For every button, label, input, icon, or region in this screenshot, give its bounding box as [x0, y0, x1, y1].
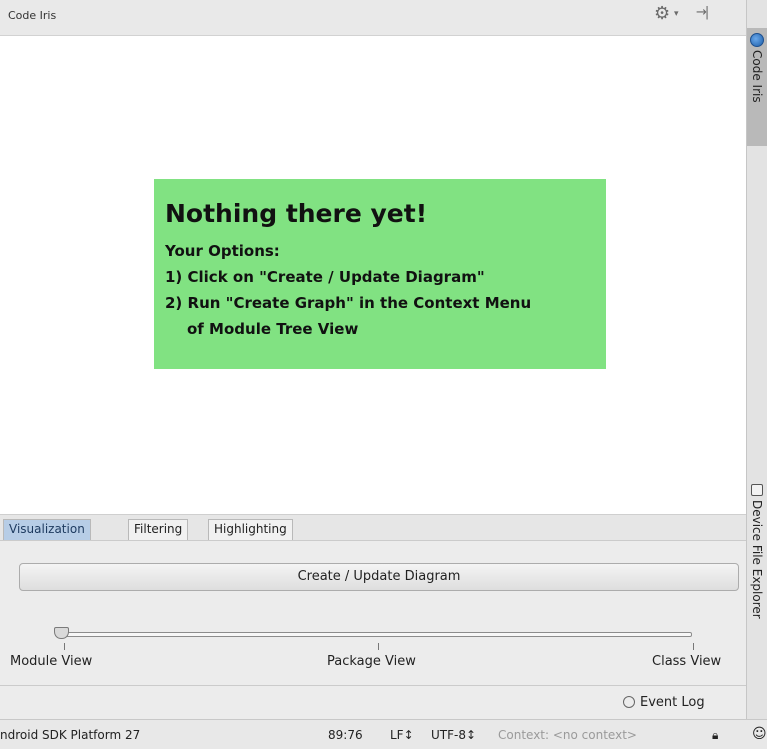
tab-filtering[interactable]: Filtering — [128, 519, 189, 540]
stripe-label-device-file-explorer[interactable]: Device File Explorer — [750, 500, 764, 619]
lock-icon[interactable]: 🔒︎ — [712, 728, 718, 743]
visualization-panel: Create / Update Diagram Module View Pack… — [0, 540, 746, 685]
option-1-text: 1) Click on "Create / Update Diagram" — [165, 268, 485, 286]
event-log-icon[interactable] — [623, 696, 635, 708]
stripe-label-code-iris[interactable]: Code Iris — [750, 50, 764, 103]
event-log-bar: Event Log — [0, 685, 746, 719]
empty-state-message: Nothing there yet! Your Options: 1) Clic… — [154, 179, 606, 369]
chevron-down-icon[interactable]: ▾ — [674, 9, 679, 19]
device-file-explorer-icon — [751, 484, 763, 496]
options-label: Your Options: — [165, 242, 280, 260]
option-2-text: 2) Run "Create Graph" in the Context Men… — [165, 294, 532, 312]
status-encoding[interactable]: UTF-8↕ — [431, 728, 476, 742]
tab-visualization[interactable]: Visualization — [3, 519, 91, 540]
tab-strip: Visualization Filtering Highlighting — [0, 514, 746, 540]
create-update-diagram-button[interactable]: Create / Update Diagram — [19, 563, 739, 591]
slider-tick — [693, 643, 694, 650]
empty-state-heading: Nothing there yet! — [165, 199, 428, 228]
tool-window-header: Code Iris ⚙ ▾ →| — [0, 0, 746, 36]
right-tool-stripe: Code Iris Device File Explorer — [746, 0, 767, 719]
status-line-separator[interactable]: LF↕ — [390, 728, 414, 742]
inspector-icon[interactable]: ☺ — [752, 726, 767, 742]
slider-label-module-view: Module View — [10, 654, 93, 669]
status-context[interactable]: Context: <no context> — [498, 728, 637, 742]
tool-window-title: Code Iris — [8, 9, 57, 22]
gear-icon[interactable]: ⚙ — [654, 4, 670, 24]
code-iris-icon — [750, 33, 764, 47]
slider-tick — [378, 643, 379, 650]
slider-label-class-view: Class View — [652, 654, 722, 669]
option-2-text-continued: of Module Tree View — [187, 320, 359, 338]
slider-label-package-view: Package View — [327, 654, 416, 669]
hide-panel-icon[interactable]: →| — [696, 5, 709, 20]
tab-highlighting[interactable]: Highlighting — [208, 519, 293, 540]
status-bar: ndroid SDK Platform 27 89:76 LF↕ UTF-8↕ … — [0, 719, 767, 749]
slider-tick — [64, 643, 65, 650]
status-sdk: ndroid SDK Platform 27 — [0, 728, 141, 742]
view-level-slider-thumb[interactable] — [54, 627, 69, 639]
view-level-slider-track[interactable] — [62, 632, 692, 637]
event-log-button[interactable]: Event Log — [640, 695, 705, 710]
status-caret-position[interactable]: 89:76 — [328, 728, 363, 742]
diagram-canvas[interactable]: Nothing there yet! Your Options: 1) Clic… — [0, 36, 746, 514]
